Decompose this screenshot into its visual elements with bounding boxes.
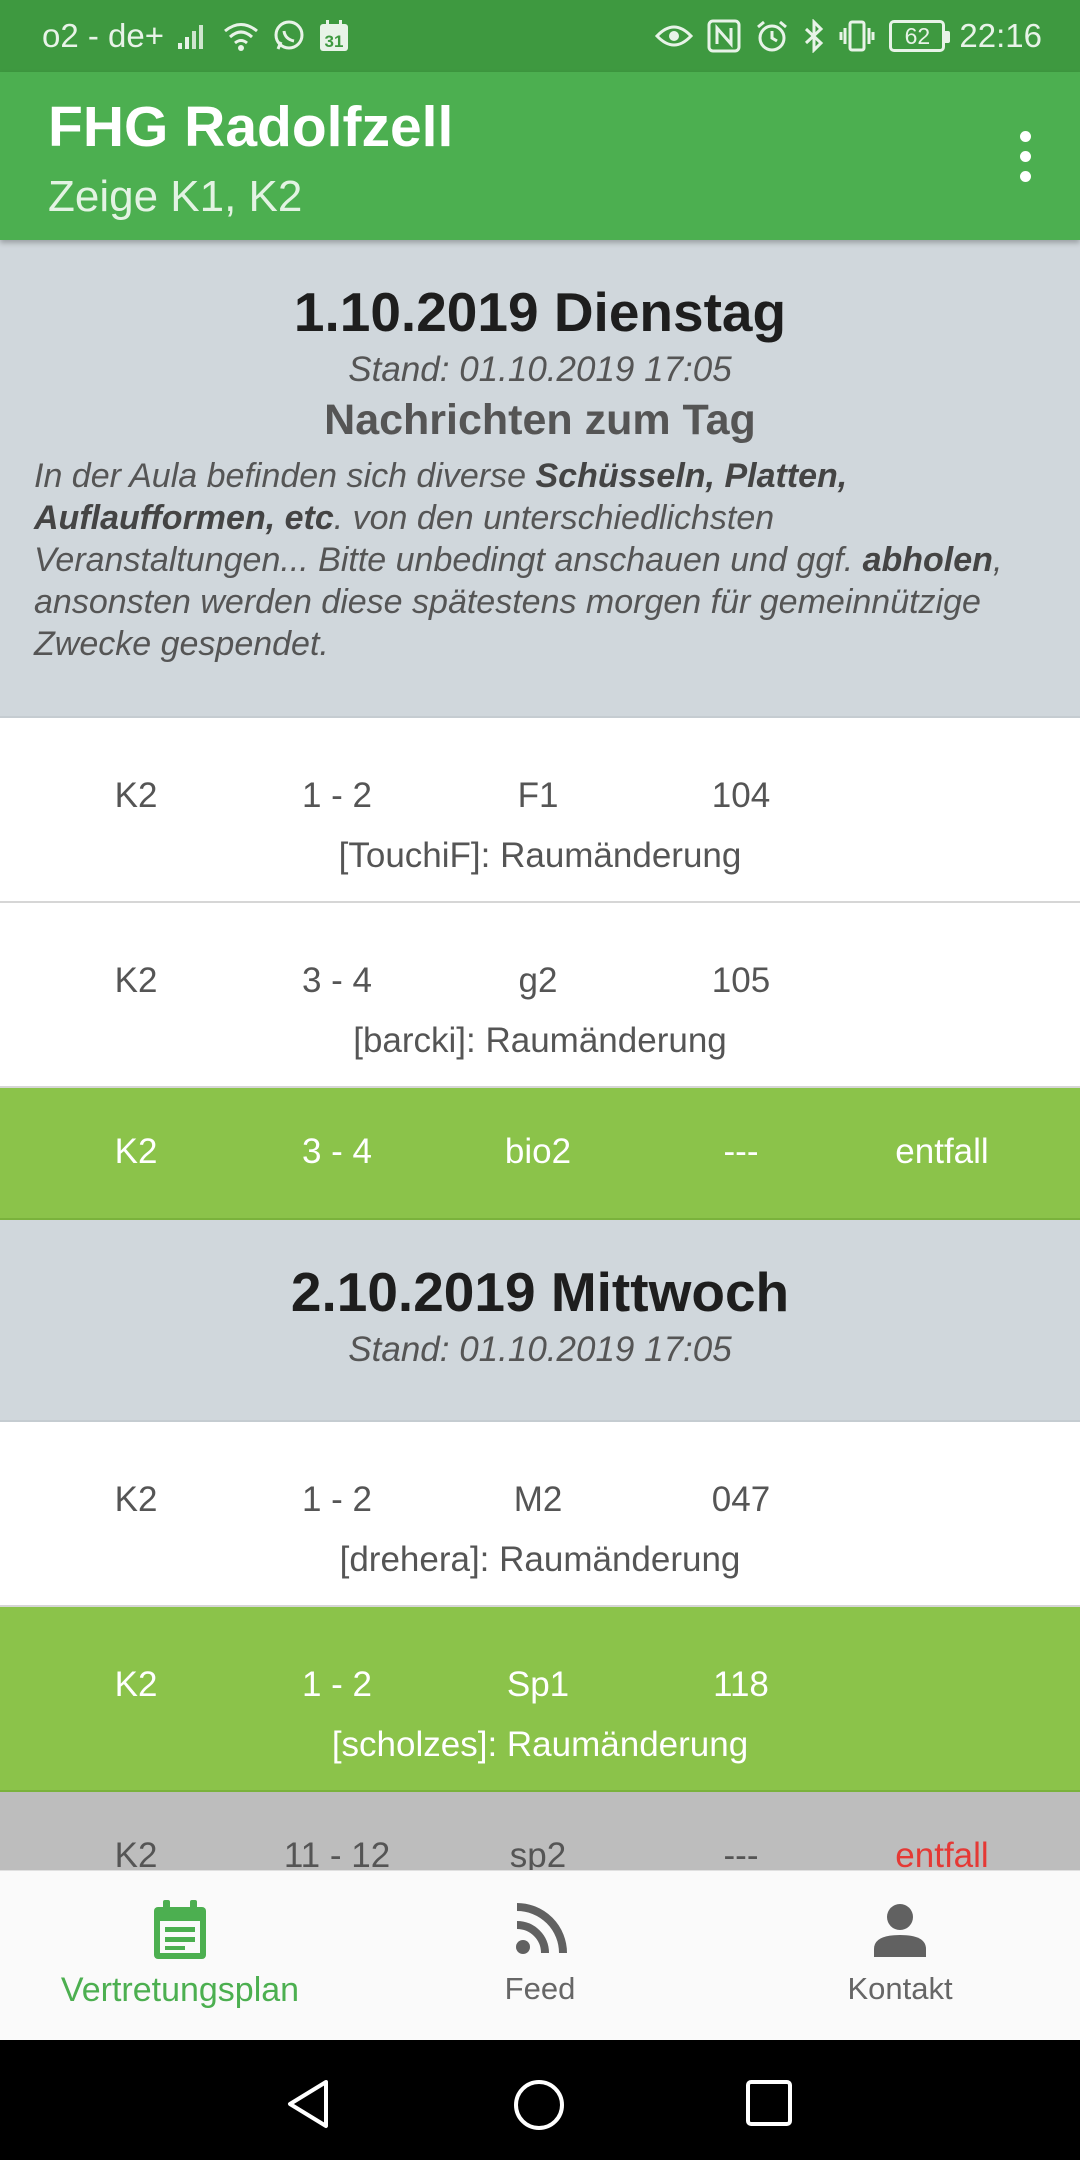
table-row[interactable]: K2 1 - 2 Sp1 118 [scholzes]: Raumänderun…: [0, 1607, 1080, 1792]
row-subject: M2: [513, 1480, 563, 1519]
home-icon[interactable]: [512, 2078, 566, 2137]
battery-level: 62: [904, 22, 931, 49]
row-subject: F1: [517, 776, 559, 815]
calendar-notification-icon: 31: [318, 16, 350, 56]
news-message: In der Aula befinden sich diverse Schüss…: [34, 457, 1003, 663]
alarm-icon: [755, 16, 789, 56]
row-class: K2: [114, 1132, 158, 1171]
row-note: [drehera]: Raumänderung: [339, 1540, 741, 1579]
day-date: 1.10.2019 Dienstag: [293, 281, 787, 343]
row-hours: 1 - 2: [301, 1480, 373, 1519]
nav-vertretungsplan[interactable]: Vertretungsplan: [30, 1871, 330, 2041]
recents-icon[interactable]: [744, 2078, 794, 2133]
eye-icon: [655, 16, 694, 56]
app-bar: FHG Radolfzell Zeige K1, K2: [0, 72, 1080, 240]
signal-icon: [176, 16, 210, 56]
substitution-list[interactable]: 1.10.2019 Dienstag Stand: 01.10.2019 17:…: [0, 240, 1080, 1870]
row-note: [TouchiF]: Raumänderung: [338, 836, 742, 875]
table-row[interactable]: K2 3 - 4 bio2 --- entfall: [0, 1088, 1080, 1220]
row-subject: g2: [518, 961, 558, 1000]
table-row[interactable]: K2 1 - 2 F1 104 [TouchiF]: Raumänderung: [0, 718, 1080, 903]
nav-label: Feed: [504, 1971, 576, 2006]
row-hours: 1 - 2: [301, 776, 373, 815]
row-hours: 3 - 4: [301, 1132, 373, 1171]
row-class: K2: [114, 1836, 158, 1870]
day-header: 1.10.2019 Dienstag Stand: 01.10.2019 17:…: [0, 240, 1080, 718]
whatsapp-icon: [272, 16, 306, 56]
row-class: K2: [114, 1480, 158, 1519]
day-stand: Stand: 01.10.2019 17:05: [348, 1330, 732, 1369]
row-room: ---: [723, 1836, 759, 1870]
nav-kontakt[interactable]: Kontakt: [750, 1871, 1050, 2041]
back-icon[interactable]: [284, 2078, 334, 2135]
row-room: 047: [711, 1480, 771, 1519]
day-stand: Stand: 01.10.2019 17:05: [348, 350, 732, 389]
row-info: entfall: [895, 1132, 989, 1171]
row-room: 105: [711, 961, 771, 1000]
nav-label: Vertretungsplan: [60, 1971, 300, 2009]
row-note: [scholzes]: Raumänderung: [331, 1725, 749, 1764]
app-subtitle: Zeige K1, K2: [48, 172, 303, 221]
table-row[interactable]: K2 3 - 4 g2 105 [barcki]: Raumänderung: [0, 903, 1080, 1088]
row-subject: Sp1: [506, 1665, 570, 1704]
row-hours: 3 - 4: [301, 961, 373, 1000]
day-header: 2.10.2019 Mittwoch Stand: 01.10.2019 17:…: [0, 1220, 1080, 1422]
row-subject: bio2: [504, 1132, 572, 1171]
row-room: 104: [711, 776, 771, 815]
day-date: 2.10.2019 Mittwoch: [290, 1261, 790, 1323]
rss-icon: [513, 1897, 567, 1963]
carrier-label: o2 - de+: [42, 17, 165, 54]
row-room: 118: [713, 1665, 769, 1704]
table-row[interactable]: K2 11 - 12 sp2 --- entfall: [0, 1792, 1080, 1870]
row-subject: sp2: [509, 1836, 567, 1870]
clock: 22:16: [959, 17, 1042, 54]
app-title: FHG Radolfzell: [48, 95, 454, 159]
row-room: ---: [723, 1132, 759, 1171]
status-bar: o2 - de+ 31 62 22:16: [0, 0, 1080, 72]
row-class: K2: [114, 1665, 158, 1704]
calendar-icon: [151, 1897, 209, 1963]
vibrate-icon: [839, 16, 875, 56]
row-hours: 1 - 2: [301, 1665, 373, 1704]
row-class: K2: [114, 776, 158, 815]
nfc-icon: [707, 16, 741, 56]
wifi-icon: [222, 16, 260, 56]
row-info: entfall: [895, 1836, 989, 1870]
person-icon: [872, 1897, 928, 1963]
battery-icon: 62: [889, 20, 951, 52]
row-class: K2: [114, 961, 158, 1000]
nav-label: Kontakt: [847, 1971, 953, 2006]
bluetooth-icon: [803, 16, 825, 56]
row-hours: 11 - 12: [283, 1836, 391, 1870]
bottom-navigation: Vertretungsplan Feed Kontakt: [0, 1870, 1080, 2040]
system-navigation-bar: [0, 2040, 1080, 2160]
nav-feed[interactable]: Feed: [390, 1871, 690, 2041]
calendar-day-label: 31: [325, 32, 344, 51]
overflow-menu-icon[interactable]: [990, 116, 1060, 196]
news-heading: Nachrichten zum Tag: [324, 396, 756, 444]
table-row[interactable]: K2 1 - 2 M2 047 [drehera]: Raumänderung: [0, 1422, 1080, 1607]
row-note: [barcki]: Raumänderung: [353, 1021, 727, 1060]
